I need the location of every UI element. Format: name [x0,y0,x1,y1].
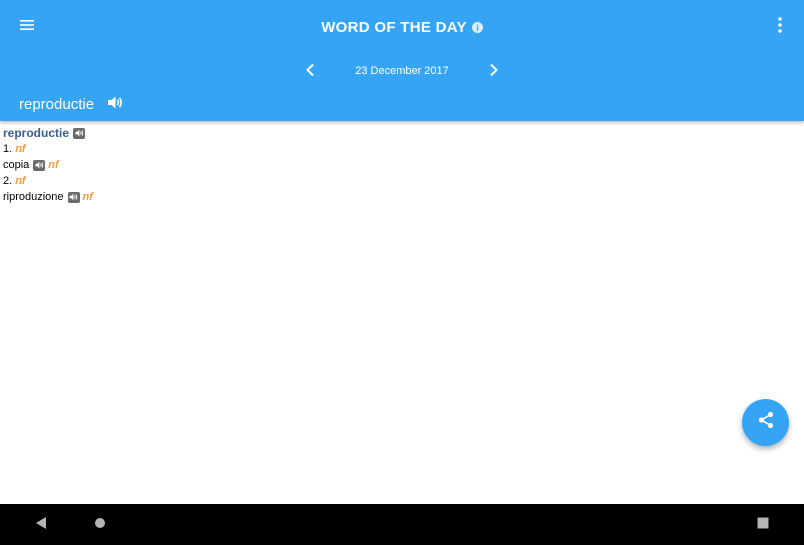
app-bar: WORD OF THE DAY 23 December 2017 reprodu… [0,0,804,121]
info-icon[interactable] [471,21,483,33]
sense-header: 2. nf [3,173,93,189]
recents-square-icon [757,516,769,534]
recents-button[interactable] [752,514,774,536]
more-vertical-icon [778,16,782,38]
headword: reproductie [3,126,70,140]
part-of-speech: nf [15,175,26,187]
translation: copia [3,159,30,171]
sense-number: 1. [3,143,13,155]
translation-speaker-icon[interactable] [33,159,46,171]
title-row: WORD OF THE DAY [0,15,804,39]
sense-number: 2. [3,175,13,187]
translation-speaker-icon[interactable] [67,191,80,203]
translation-line: riproduzione nf [3,189,93,205]
system-navigation-bar [0,504,804,545]
back-button[interactable] [30,514,52,536]
home-circle-icon [94,516,106,534]
next-day-button[interactable] [482,60,506,84]
more-options-button[interactable] [766,12,794,42]
sense-header: 1. nf [3,141,93,157]
date-label: 23 December 2017 [355,65,449,77]
chevron-left-icon [305,63,315,82]
headword-line: reproductie [3,125,93,141]
translation-part-of-speech: nf [82,191,93,203]
dictionary-entry: reproductie 1. nf copia nf 2. nf riprodu… [3,125,93,205]
back-triangle-icon [34,516,48,535]
share-button[interactable] [742,399,789,446]
share-icon [757,411,775,434]
word-of-the-day: reproductie [19,96,95,113]
translation: riproduzione [3,191,64,203]
chevron-right-icon [489,63,499,82]
part-of-speech: nf [15,143,26,155]
translation-part-of-speech: nf [48,159,59,171]
page-title: WORD OF THE DAY [321,18,467,36]
home-button[interactable] [89,514,111,536]
previous-day-button[interactable] [298,60,322,84]
translation-line: copia nf [3,157,93,173]
play-pronunciation-button[interactable] [104,94,126,116]
speaker-icon [107,95,124,115]
headword-speaker-icon[interactable] [73,127,86,139]
